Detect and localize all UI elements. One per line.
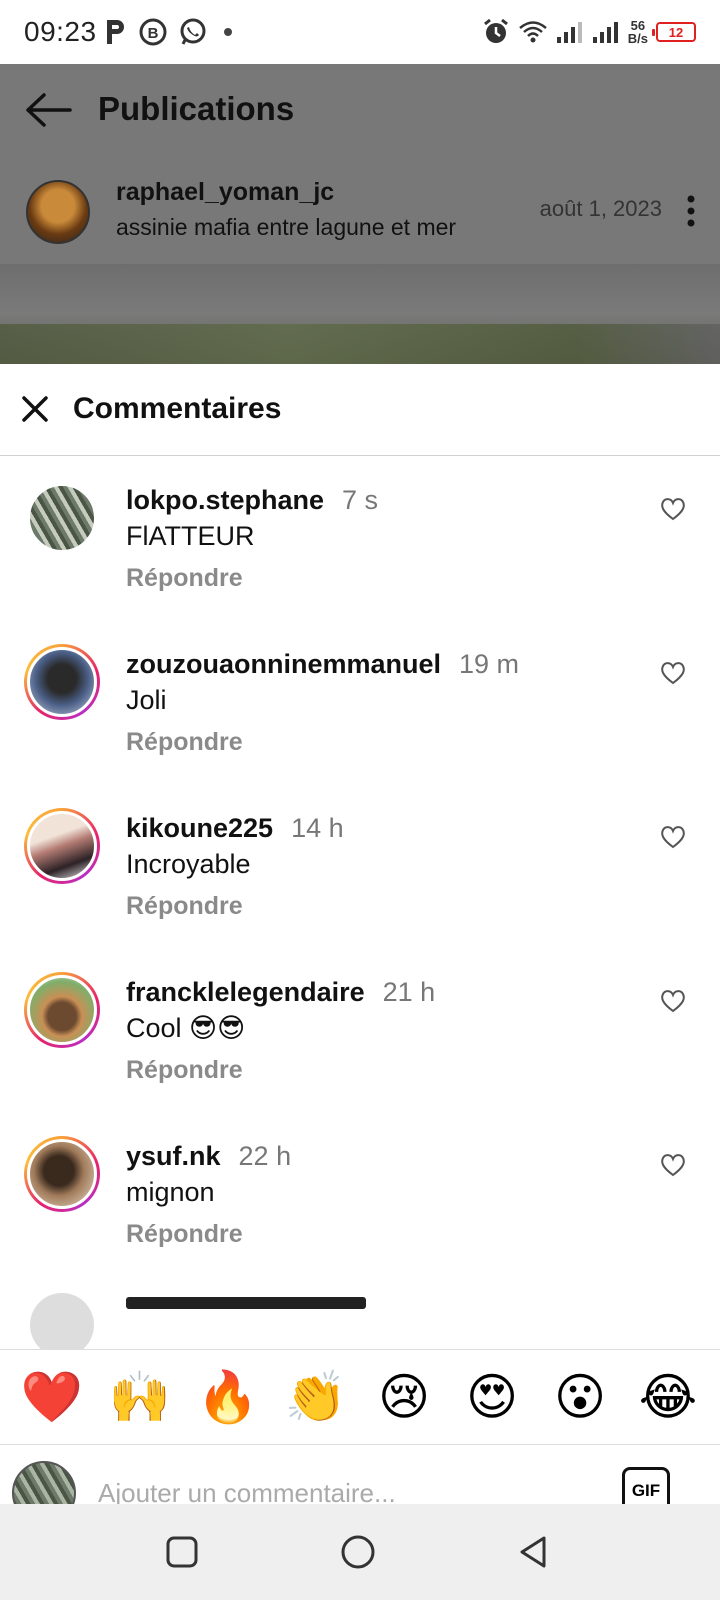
- avatar-image: [27, 975, 97, 1045]
- post-author-username[interactable]: raphael_yoman_jc: [116, 178, 334, 207]
- current-user-avatar: [12, 1461, 76, 1504]
- comment-username-text: francklelegendaire: [126, 977, 365, 1007]
- comment-text: mignon: [126, 1177, 215, 1207]
- svg-text:B: B: [148, 25, 159, 42]
- heart-icon[interactable]: [660, 1153, 686, 1177]
- home-icon[interactable]: [340, 1534, 376, 1570]
- page-title: Publications: [98, 90, 295, 127]
- battery-level: 12: [668, 24, 684, 40]
- comment-username[interactable]: lokpo.stephane 7 s: [126, 485, 378, 516]
- emoji-laughing-button[interactable]: 😂: [633, 1367, 703, 1427]
- status-bar: 09:23 B 56 B/s 12: [0, 0, 720, 64]
- comment-item: kikoune225 14 h Incroyable Répondre: [0, 785, 720, 949]
- comment-text: FlATTEUR: [126, 521, 255, 551]
- recent-apps-icon[interactable]: [164, 1534, 200, 1570]
- wifi-icon: [518, 21, 547, 43]
- reply-button[interactable]: Répondre: [126, 1056, 243, 1085]
- comment-username-text: lokpo.stephane: [126, 485, 325, 515]
- battery-icon: 12: [652, 22, 696, 42]
- comment-avatar[interactable]: [24, 972, 100, 1048]
- post-image: [0, 264, 720, 364]
- alarm-icon: [483, 18, 508, 43]
- back-arrow-icon[interactable]: [24, 92, 72, 128]
- close-icon[interactable]: [20, 394, 50, 424]
- gif-button[interactable]: GIF: [622, 1467, 670, 1504]
- status-time: 09:23: [24, 16, 97, 47]
- dot-icon: [224, 28, 232, 36]
- comment-text: Incroyable: [126, 849, 251, 879]
- comments-title: Commentaires: [73, 392, 282, 425]
- whatsapp-icon: [180, 18, 206, 45]
- status-left-icons: B: [104, 16, 238, 48]
- emoji-reaction-bar: ❤️ 🙌 🔥 👏 😢 😍 😮 😂: [0, 1349, 720, 1445]
- emoji-clap-button[interactable]: 👏: [281, 1367, 351, 1427]
- signal-icon: [556, 22, 582, 43]
- emoji-raised-hands-button[interactable]: 🙌: [105, 1367, 175, 1427]
- comment-time: 7 s: [342, 485, 379, 515]
- comment-text: Joli: [126, 685, 167, 715]
- post-author-avatar[interactable]: [26, 180, 90, 244]
- avatar-image: [27, 647, 97, 717]
- post-date: août 1, 2023: [539, 196, 662, 221]
- reply-button[interactable]: Répondre: [126, 728, 243, 757]
- avatar-image: [27, 483, 97, 553]
- comment-item-partial: [0, 1277, 720, 1349]
- emoji-heart-button[interactable]: ❤️: [17, 1367, 87, 1427]
- comment-avatar[interactable]: [24, 480, 100, 556]
- comment-item: francklelegendaire 21 h Cool 😎😎 Répondre: [0, 949, 720, 1113]
- post-location[interactable]: assinie mafia entre lagune et mer: [116, 214, 456, 241]
- heart-icon[interactable]: [660, 661, 686, 685]
- comment-username[interactable]: kikoune225 14 h: [126, 813, 344, 844]
- avatar-image: [27, 1139, 97, 1209]
- net-speed-unit: B/s: [627, 31, 648, 46]
- comment-avatar[interactable]: [24, 1136, 100, 1212]
- status-right-icons: 56 B/s 12: [482, 14, 696, 50]
- heart-icon[interactable]: [660, 989, 686, 1013]
- comment-username[interactable]: francklelegendaire 21 h: [126, 977, 435, 1008]
- heart-icon[interactable]: [660, 825, 686, 849]
- comment-time: 22 h: [238, 1141, 292, 1171]
- comment-username-partial: [126, 1297, 366, 1309]
- comment-item: ysuf.nk 22 h mignon Répondre: [0, 1113, 720, 1277]
- comment-time: 21 h: [382, 977, 436, 1007]
- comment-time: 14 h: [291, 813, 344, 843]
- net-speed: 56 B/s: [628, 19, 648, 45]
- comment-composer: GIF: [0, 1445, 720, 1504]
- comment-username[interactable]: zouzouaonninemmanuel 19 m: [126, 649, 519, 680]
- reply-button[interactable]: Répondre: [126, 1220, 243, 1249]
- parking-icon: [107, 20, 124, 44]
- emoji-heart-eyes-button[interactable]: 😍: [457, 1367, 527, 1427]
- comment-input[interactable]: [98, 1469, 588, 1504]
- comment-item: lokpo.stephane 7 s FlATTEUR Répondre: [0, 457, 720, 621]
- avatar-image: [27, 811, 97, 881]
- back-nav-icon[interactable]: [516, 1534, 552, 1570]
- comment-avatar[interactable]: [24, 808, 100, 884]
- system-nav-bar: [0, 1504, 720, 1600]
- comments-list[interactable]: lokpo.stephane 7 s FlATTEUR Répondre zouz…: [0, 457, 720, 1349]
- emoji-fire-button[interactable]: 🔥: [193, 1367, 263, 1427]
- comment-avatar[interactable]: [24, 644, 100, 720]
- emoji-surprised-button[interactable]: 😮: [545, 1367, 615, 1427]
- comment-text: Cool 😎😎: [126, 1013, 246, 1043]
- signal-icon: [592, 22, 618, 43]
- reply-button[interactable]: Répondre: [126, 564, 243, 593]
- comment-item: zouzouaonninemmanuel 19 m Joli Répondre: [0, 621, 720, 785]
- comment-username-text: kikoune225: [126, 813, 274, 843]
- comments-sheet-header: Commentaires: [0, 364, 720, 456]
- comment-avatar[interactable]: [30, 1293, 94, 1349]
- comment-username[interactable]: ysuf.nk 22 h: [126, 1141, 291, 1172]
- comment-username-text: zouzouaonninemmanuel: [126, 649, 442, 679]
- comments-sheet: Commentaires lokpo.stephane 7 s FlATTEUR …: [0, 364, 720, 1504]
- b-circle-icon: B: [139, 18, 167, 46]
- emoji-crying-button[interactable]: 😢: [369, 1367, 439, 1427]
- post-background: Publications raphael_yoman_jc assinie ma…: [0, 64, 720, 364]
- heart-icon[interactable]: [660, 497, 686, 521]
- reply-button[interactable]: Répondre: [126, 892, 243, 921]
- post-header: Publications raphael_yoman_jc assinie ma…: [0, 64, 720, 264]
- comment-time: 19 m: [459, 649, 520, 679]
- more-options-icon[interactable]: [686, 194, 696, 228]
- comment-username-text: ysuf.nk: [126, 1141, 221, 1171]
